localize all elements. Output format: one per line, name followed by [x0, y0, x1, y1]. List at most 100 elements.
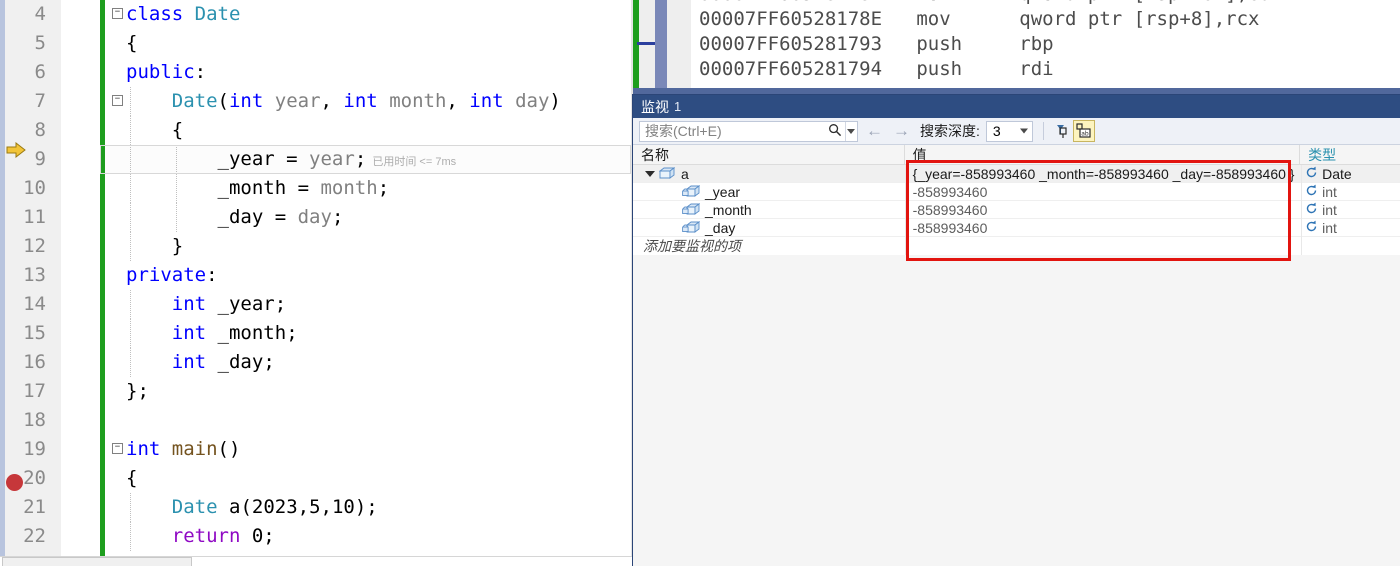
code-line[interactable]: 16 int _day; — [23, 348, 633, 377]
code-line[interactable]: 19 int main() — [23, 435, 633, 464]
watch-row-value[interactable]: {_year=-858993460 _month=-858993460 _day… — [905, 166, 1300, 182]
expander-expanded-icon[interactable] — [643, 170, 657, 177]
code-line[interactable]: 20 { — [23, 464, 633, 493]
search-options-dropdown-icon[interactable] — [844, 121, 857, 141]
code-line[interactable]: 8 { — [35, 116, 633, 145]
disassembly-row[interactable]: 00007FF605281794 push rdi — [691, 57, 1400, 82]
disassembly-row[interactable]: 00007FF605281793 push rbp — [691, 32, 1400, 57]
search-next-icon[interactable]: → — [893, 121, 910, 141]
add-watch-item-row[interactable]: 添加要监视的项 — [633, 237, 1400, 255]
watch-grid-body[interactable]: a {_year=-858993460 _month=-858993460 _da… — [633, 165, 1400, 255]
fold-toggle-icon[interactable] — [112, 95, 123, 106]
code-line[interactable]: 9 _year = year; 已用时间 <= 7ms — [35, 145, 633, 174]
pin-filter-icon[interactable] — [1051, 120, 1073, 142]
line-number: 15 — [23, 322, 46, 344]
disassembly-mnemonic: push — [916, 58, 963, 80]
fold-toggle-icon[interactable] — [112, 443, 123, 454]
line-number: 6 — [34, 61, 46, 83]
watch-window[interactable]: 监视 1 ← → 搜索深度: — [632, 94, 1400, 566]
search-icon[interactable] — [826, 123, 845, 140]
rename-ab-icon[interactable]: ab — [1072, 120, 1095, 142]
code-text: public: — [126, 61, 207, 83]
code-line[interactable]: 14 int _year; — [23, 290, 633, 319]
watch-row[interactable]: _day -858993460 int — [633, 219, 1400, 237]
change-bar — [100, 145, 105, 174]
code-line[interactable]: 5{ — [35, 29, 633, 58]
disassembly-operands: rbp — [1019, 33, 1054, 55]
disassembly-rows: 00007FF60528178Amovqword ptr [rsp+10h],e… — [691, 0, 1400, 80]
disassembly-scrollbar[interactable] — [655, 0, 667, 95]
watch-row-name-cell[interactable]: _month — [633, 202, 905, 218]
line-number: 19 — [23, 438, 46, 460]
watch-row-name-cell[interactable]: _day — [633, 220, 905, 236]
search-input[interactable] — [640, 123, 826, 139]
code-text: int _month; — [171, 322, 298, 344]
line-number: 11 — [23, 206, 46, 228]
line-number: 13 — [23, 264, 46, 286]
watch-row-name-cell[interactable]: a — [633, 166, 905, 182]
disassembly-row[interactable]: 00007FF60528178Amovqword ptr [rsp+10h],e… — [691, 0, 1400, 7]
code-line[interactable]: 12 } — [23, 232, 633, 261]
column-header-type[interactable]: 类型 — [1300, 145, 1400, 164]
disassembly-window[interactable]: 00007FF60528178Amovqword ptr [rsp+10h],e… — [633, 0, 1400, 95]
fold-toggle-icon[interactable] — [112, 8, 123, 19]
refresh-icon[interactable] — [1300, 220, 1322, 236]
change-bar — [100, 435, 105, 464]
code-line[interactable]: 21 Date a(2023,5,10); — [23, 493, 633, 522]
refresh-icon[interactable] — [1300, 202, 1322, 218]
chevron-down-icon[interactable] — [1019, 128, 1028, 134]
object-icon — [657, 167, 677, 180]
disassembly-row[interactable]: 00007FF60528178E mov qword ptr [rsp+8],rcx — [691, 7, 1400, 32]
code-line[interactable]: 17}; — [23, 377, 633, 406]
search-depth-select[interactable]: 3 — [985, 120, 1033, 142]
watch-toolbar[interactable]: ← → 搜索深度: 3 ab — [633, 118, 1400, 145]
code-line[interactable]: 7 Date(int year, int month, int day) — [35, 87, 633, 116]
code-line[interactable]: 6 public: — [35, 58, 633, 87]
code-text-area[interactable]: 4class Date5{ 6 public: 7 Date(int year, in… — [23, 0, 633, 556]
code-line[interactable]: 4 class Date — [35, 0, 633, 29]
code-editor[interactable]: 4class Date5{ 6 public: 7 Date(int year, in… — [0, 0, 633, 556]
change-bar — [100, 464, 105, 493]
watch-row-value[interactable]: -858993460 — [905, 202, 1300, 218]
watch-row-name-cell[interactable]: _year — [633, 184, 905, 200]
line-number: 14 — [23, 293, 46, 315]
watch-row-name: _year — [705, 183, 741, 200]
line-number: 22 — [23, 525, 46, 547]
refresh-icon[interactable] — [1300, 166, 1322, 182]
watch-row[interactable]: _month -858993460 int — [633, 201, 1400, 219]
code-line[interactable]: 11 _day = day; — [23, 203, 633, 232]
disassembly-gutter-left[interactable] — [639, 0, 655, 95]
search-depth-value: 3 — [992, 123, 1001, 139]
code-line[interactable]: 13 private: — [23, 261, 633, 290]
private-field-icon — [681, 221, 701, 234]
watch-row[interactable]: _year -858993460 int — [633, 183, 1400, 201]
watch-window-titlebar[interactable]: 监视 1 — [633, 95, 1400, 118]
line-number: 4 — [34, 3, 46, 25]
code-line[interactable]: 18 — [23, 406, 633, 435]
disassembly-address: 00007FF605281793 — [699, 33, 883, 55]
change-bar — [100, 377, 105, 406]
change-bar — [100, 0, 105, 29]
watch-row-value[interactable]: -858993460 — [905, 184, 1300, 200]
watch-window-number: 1 — [674, 99, 682, 114]
code-line[interactable]: 22 return 0; — [23, 522, 633, 551]
bottom-panel-tab[interactable] — [2, 557, 192, 566]
watch-row-type-cell: int — [1300, 220, 1400, 236]
code-text: _month = month; — [217, 177, 390, 199]
column-header-name[interactable]: 名称 — [633, 145, 905, 164]
watch-row[interactable]: a {_year=-858993460 _month=-858993460 _da… — [633, 165, 1400, 183]
refresh-icon[interactable] — [1300, 184, 1322, 200]
code-line[interactable]: 15 int _month; — [23, 319, 633, 348]
search-box[interactable] — [639, 120, 858, 142]
column-header-value[interactable]: 值 — [905, 145, 1301, 164]
change-bar — [100, 29, 105, 58]
code-line[interactable]: 10 _month = month; — [23, 174, 633, 203]
change-bar — [100, 261, 105, 290]
watch-grid-header[interactable]: 名称 值 类型 — [633, 145, 1400, 165]
search-nav-arrows[interactable]: ← → — [866, 121, 910, 141]
disassembly-gutter-right — [667, 0, 691, 95]
watch-row-value[interactable]: -858993460 — [905, 220, 1300, 236]
line-number: 17 — [23, 380, 46, 402]
search-prev-icon[interactable]: ← — [866, 121, 883, 141]
change-bar — [100, 348, 105, 377]
